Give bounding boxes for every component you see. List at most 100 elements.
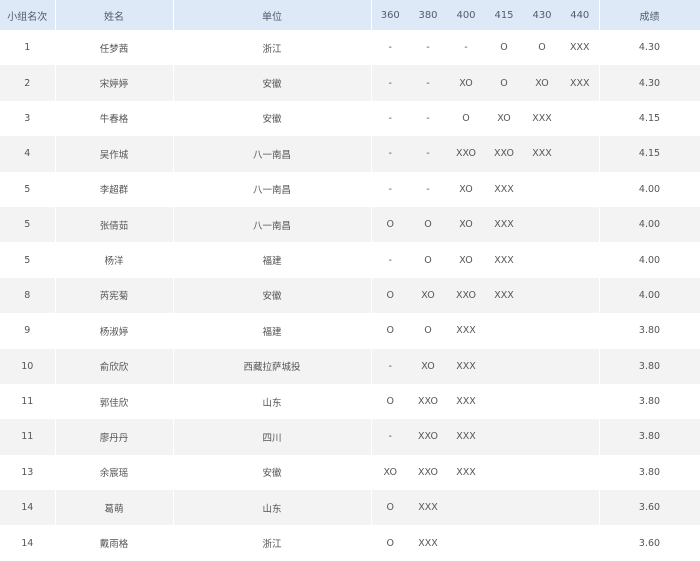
result-cell: 3.60 [599, 490, 700, 526]
attempt-cell: XXX [447, 383, 485, 420]
attempt-cell: - [409, 65, 447, 101]
unit-cell: 安徽 [173, 100, 372, 137]
rank-cell: 10 [0, 348, 56, 384]
table-row: 5 张倩茹 八一南昌 O O XO XXX 4.00 [0, 206, 700, 243]
attempt-cell [485, 348, 523, 384]
attempt-cell: - [370, 136, 409, 172]
header-result: 成绩 [599, 0, 700, 30]
unit-cell: 安徽 [173, 65, 372, 101]
table-header: 小组名次 姓名 单位 360 380 400 415 430 440 成绩 [0, 0, 700, 30]
name-cell: 芮宪菊 [55, 277, 174, 314]
attempt-cell: XXX [447, 419, 485, 455]
attempt-cell: - [370, 100, 409, 137]
header-height-430: 430 [523, 0, 561, 30]
name-cell: 余宸瑶 [55, 454, 174, 491]
attempt-cell [561, 383, 600, 420]
name-cell: 廖丹丹 [55, 419, 174, 455]
attempt-cell [561, 171, 600, 207]
attempt-cell: XXX [561, 65, 600, 101]
attempt-cell: O [409, 242, 447, 278]
attempt-cell: - [370, 171, 409, 207]
attempt-cell: - [409, 171, 447, 207]
attempt-cell [523, 206, 561, 243]
attempt-cell: O [370, 206, 409, 243]
result-cell: 3.80 [599, 348, 700, 384]
attempt-cell [523, 419, 561, 455]
unit-cell: 八一南昌 [173, 136, 372, 172]
attempt-cell [485, 454, 523, 491]
result-cell: 4.00 [599, 206, 700, 243]
attempt-cell: XXO [409, 454, 447, 491]
unit-cell: 安徽 [173, 277, 372, 314]
table-row: 11 廖丹丹 四川 - XXO XXX 3.80 [0, 419, 700, 455]
attempt-cell: XXX [485, 206, 523, 243]
rank-cell: 11 [0, 419, 56, 455]
attempt-cell: XXO [409, 419, 447, 455]
result-cell: 3.80 [599, 383, 700, 420]
name-cell: 杨淑婷 [55, 313, 174, 349]
attempt-cell: XXX [485, 277, 523, 314]
unit-cell: 浙江 [173, 525, 372, 561]
header-height-400: 400 [447, 0, 485, 30]
header-unit: 单位 [173, 0, 372, 30]
name-cell: 宋婷婷 [55, 65, 174, 101]
table-row: 2 宋婷婷 安徽 - - XO O XO XXX 4.30 [0, 65, 700, 101]
attempt-cell [447, 525, 485, 561]
table-row: 11 郭佳欣 山东 O XXO XXX 3.80 [0, 383, 700, 420]
attempt-cell [523, 525, 561, 561]
attempt-cell: XO [370, 454, 409, 491]
attempt-cell [561, 277, 600, 314]
result-cell: 3.60 [599, 525, 700, 561]
unit-cell: 八一南昌 [173, 171, 372, 207]
attempt-cell: O [447, 100, 485, 137]
name-cell: 张倩茹 [55, 206, 174, 243]
attempt-cell: - [370, 348, 409, 384]
rank-cell: 9 [0, 313, 56, 349]
attempt-cell [523, 277, 561, 314]
table-row: 14 戴雨格 浙江 O XXX 3.60 [0, 525, 700, 561]
attempt-cell: O [370, 525, 409, 561]
attempt-cell: XO [409, 348, 447, 384]
attempt-cell [561, 313, 600, 349]
attempt-cell: XXO [447, 277, 485, 314]
rank-cell: 11 [0, 383, 56, 420]
attempt-cell: XXX [523, 136, 561, 172]
attempt-cell: O [409, 206, 447, 243]
header-height-415: 415 [485, 0, 523, 30]
attempt-cell: O [523, 30, 561, 66]
attempt-cell [523, 313, 561, 349]
result-cell: 3.80 [599, 419, 700, 455]
attempt-cell: XXX [523, 100, 561, 137]
attempt-cell [485, 525, 523, 561]
attempt-cell: XXX [485, 171, 523, 207]
rank-cell: 5 [0, 242, 56, 278]
attempt-cell [485, 313, 523, 349]
result-cell: 4.30 [599, 65, 700, 101]
name-cell: 葛萌 [55, 490, 174, 526]
table-row: 8 芮宪菊 安徽 O XO XXO XXX 4.00 [0, 277, 700, 314]
attempt-cell: XXO [485, 136, 523, 172]
rank-cell: 5 [0, 171, 56, 207]
attempt-cell: XXX [409, 525, 447, 561]
attempt-cell [561, 454, 600, 491]
rank-cell: 3 [0, 100, 56, 137]
attempt-cell: - [370, 30, 409, 66]
result-cell: 4.15 [599, 136, 700, 172]
attempt-cell [523, 383, 561, 420]
header-height-380: 380 [409, 0, 447, 30]
attempt-cell: - [370, 242, 409, 278]
attempt-cell: O [370, 313, 409, 349]
attempt-cell: XXO [447, 136, 485, 172]
name-cell: 任梦茜 [55, 30, 174, 66]
header-name: 姓名 [55, 0, 174, 30]
attempt-cell: XO [447, 206, 485, 243]
rank-cell: 2 [0, 65, 56, 101]
attempt-cell [561, 490, 600, 526]
attempt-cell [485, 490, 523, 526]
attempt-cell: XXX [561, 30, 600, 66]
attempt-cell: O [409, 313, 447, 349]
result-cell: 4.30 [599, 30, 700, 66]
table-row: 5 李超群 八一南昌 - - XO XXX 4.00 [0, 171, 700, 207]
unit-cell: 西藏拉萨城投 [173, 348, 372, 384]
table-row: 5 杨洋 福建 - O XO XXX 4.00 [0, 242, 700, 278]
